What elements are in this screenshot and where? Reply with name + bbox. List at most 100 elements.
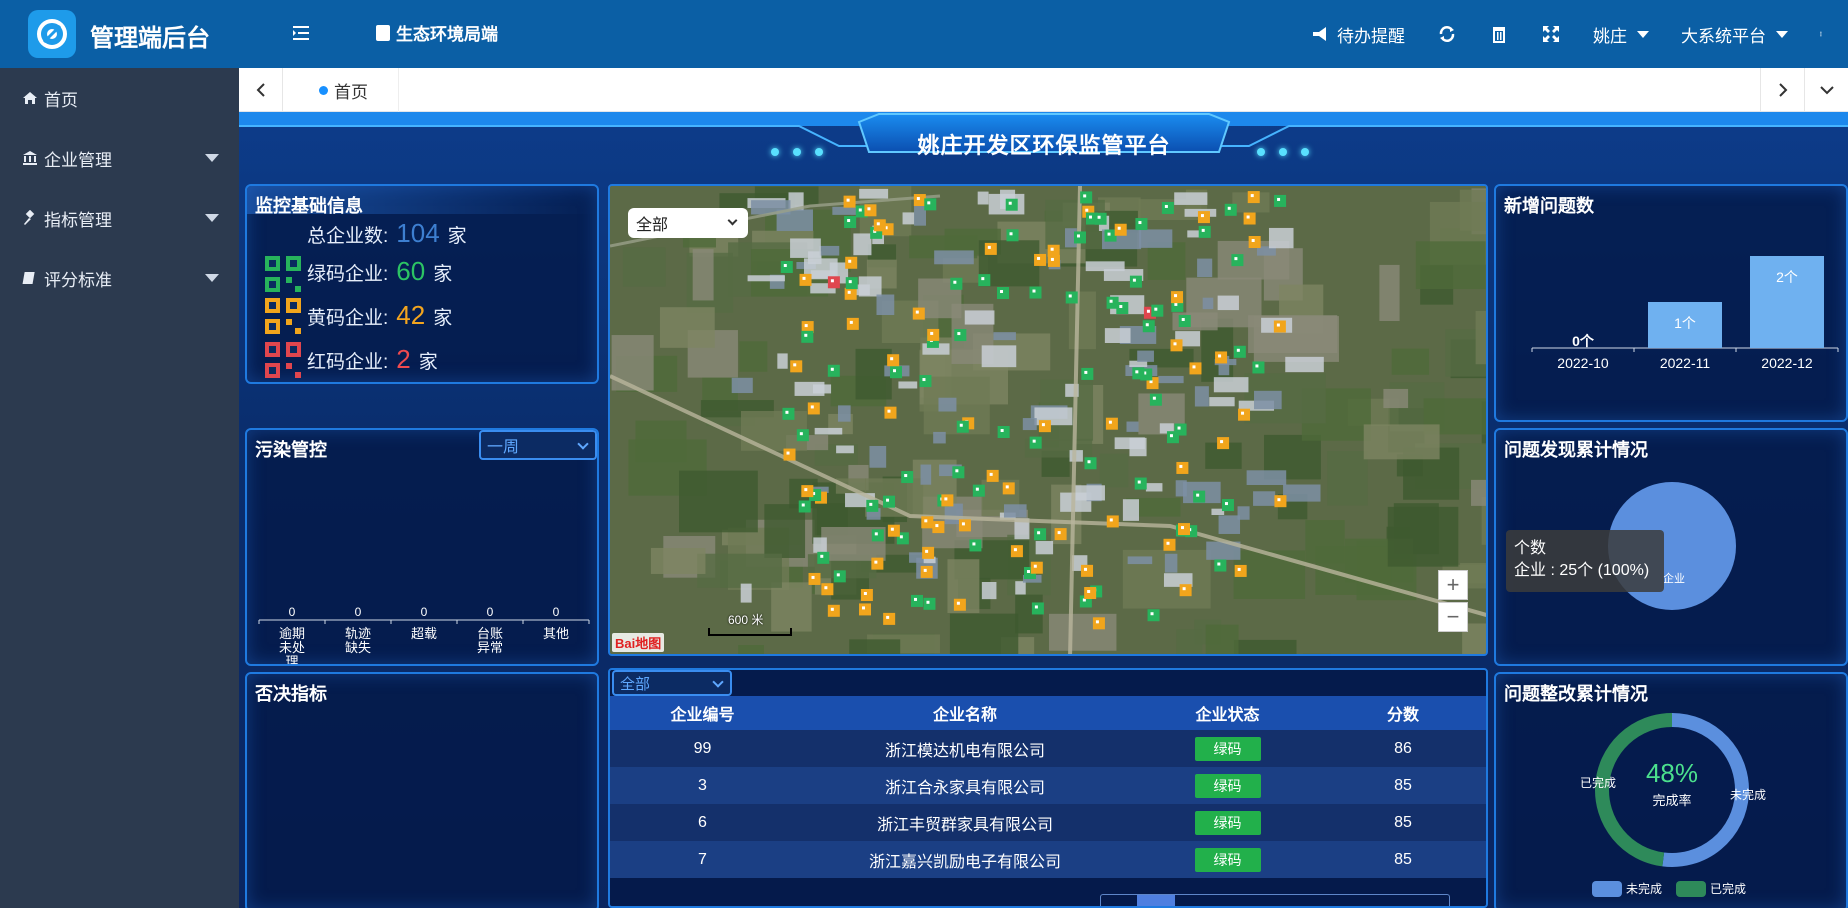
enterprise-marker[interactable] bbox=[1065, 291, 1078, 304]
user-name: 姚庄 bbox=[1593, 26, 1627, 46]
enterprise-marker[interactable] bbox=[780, 260, 793, 273]
enterprise-marker[interactable] bbox=[799, 273, 812, 286]
table-row[interactable]: 6 浙江丰贸群家具有限公司 绿码 85 bbox=[610, 804, 1486, 841]
enterprise-marker[interactable] bbox=[801, 485, 814, 498]
col-header-id: 企业编号 bbox=[670, 707, 735, 724]
sidebar-item-label: 评分标准 bbox=[44, 270, 112, 290]
table-row[interactable]: 3 浙江合永家具有限公司 绿码 85 bbox=[610, 767, 1486, 804]
enterprise-marker[interactable] bbox=[922, 546, 935, 559]
fullscreen-button[interactable] bbox=[1541, 24, 1561, 44]
menu-toggle-icon[interactable] bbox=[290, 22, 312, 44]
cell-status: 绿码 bbox=[1135, 810, 1320, 835]
enterprise-marker[interactable] bbox=[923, 597, 936, 610]
data-label: 1个 bbox=[1674, 315, 1696, 331]
map-filter-select[interactable]: 全部 bbox=[628, 208, 748, 238]
enterprise-marker[interactable] bbox=[912, 307, 925, 320]
enterprise-marker[interactable] bbox=[1114, 223, 1127, 236]
satellite-map[interactable] bbox=[610, 186, 1488, 656]
enterprise-marker[interactable] bbox=[1106, 515, 1119, 528]
sidebar-item-indicator[interactable]: 指标管理 bbox=[0, 188, 239, 248]
enterprise-marker[interactable] bbox=[1198, 225, 1211, 238]
current-page-button[interactable] bbox=[1137, 895, 1175, 906]
enterprise-marker[interactable] bbox=[864, 204, 877, 217]
enterprise-marker[interactable] bbox=[1054, 528, 1067, 541]
enterprise-marker[interactable] bbox=[924, 198, 937, 211]
enterprise-marker[interactable] bbox=[807, 402, 820, 415]
sidebar-item-scoring[interactable]: 评分标准 bbox=[0, 248, 239, 308]
enterprise-marker[interactable] bbox=[1274, 194, 1287, 207]
status-badge: 绿码 bbox=[1194, 773, 1261, 798]
table-row[interactable]: 7 浙江嘉兴凯励电子有限公司 绿码 85 bbox=[610, 841, 1486, 878]
enterprise-marker[interactable] bbox=[1224, 203, 1237, 216]
enterprise-marker[interactable] bbox=[796, 429, 809, 442]
legend-undone[interactable]: 未完成 bbox=[1592, 880, 1662, 897]
enterprise-marker[interactable] bbox=[1197, 211, 1210, 224]
enterprise-marker[interactable] bbox=[859, 603, 872, 616]
enterprise-marker[interactable] bbox=[871, 529, 884, 542]
sidebar-item-home[interactable]: 首页 bbox=[0, 68, 239, 128]
enterprise-marker[interactable] bbox=[956, 420, 969, 433]
enterprise-marker[interactable] bbox=[873, 219, 886, 232]
data-label: 0 bbox=[553, 605, 560, 619]
enterprise-marker[interactable] bbox=[1073, 231, 1086, 244]
refresh-button[interactable] bbox=[1437, 24, 1457, 44]
enterprise-marker[interactable] bbox=[798, 500, 811, 513]
enterprise-marker[interactable] bbox=[1247, 191, 1260, 204]
todo-button[interactable]: 待办提醒 bbox=[1311, 22, 1405, 47]
cell-id: 6 bbox=[698, 813, 707, 831]
enterprise-marker[interactable] bbox=[871, 557, 884, 570]
enterprise-marker[interactable] bbox=[844, 287, 857, 300]
tab-label: 首页 bbox=[334, 82, 368, 102]
enterprise-marker[interactable] bbox=[1081, 367, 1094, 380]
platform-menu[interactable]: 大系统平台 bbox=[1681, 22, 1788, 47]
enterprise-marker[interactable] bbox=[932, 521, 945, 534]
more-button[interactable] bbox=[1820, 24, 1826, 44]
enterprise-marker[interactable] bbox=[1193, 490, 1206, 503]
tab-home[interactable]: 首页 bbox=[299, 68, 399, 112]
enterprise-marker[interactable] bbox=[1174, 423, 1187, 436]
zoom-in-button[interactable]: + bbox=[1438, 570, 1468, 600]
enterprise-marker[interactable] bbox=[1092, 617, 1105, 630]
table-filter-select[interactable]: 全部 bbox=[612, 670, 732, 696]
enterprise-marker[interactable] bbox=[972, 484, 985, 497]
enterprise-marker[interactable] bbox=[986, 469, 999, 482]
enterprise-marker[interactable] bbox=[1006, 229, 1019, 242]
table-row[interactable]: 99 浙江模达机电有限公司 绿码 86 bbox=[610, 730, 1486, 767]
enterprise-marker[interactable] bbox=[817, 551, 830, 564]
enterprise-marker[interactable] bbox=[1161, 201, 1174, 214]
enterprise-marker[interactable] bbox=[1178, 314, 1191, 327]
enterprise-marker[interactable] bbox=[782, 407, 795, 420]
portal-link[interactable]: 生态环境局端 bbox=[376, 20, 498, 45]
enterprise-marker[interactable] bbox=[833, 570, 846, 583]
enterprise-marker[interactable] bbox=[1080, 191, 1093, 204]
enterprise-marker[interactable] bbox=[1151, 304, 1164, 317]
enterprise-marker[interactable] bbox=[1094, 212, 1107, 225]
tab-options[interactable] bbox=[1804, 68, 1848, 112]
enterprise-marker[interactable] bbox=[827, 364, 840, 377]
enterprise-marker[interactable] bbox=[1081, 564, 1094, 577]
enterprise-marker[interactable] bbox=[1084, 457, 1097, 470]
user-menu[interactable]: 姚庄 bbox=[1593, 22, 1649, 47]
legend-done[interactable]: 已完成 bbox=[1676, 880, 1746, 897]
enterprise-marker[interactable] bbox=[801, 330, 814, 343]
enterprise-marker[interactable] bbox=[997, 426, 1010, 439]
delete-button[interactable] bbox=[1489, 24, 1509, 44]
enterprise-marker[interactable] bbox=[1214, 559, 1227, 572]
enterprise-marker[interactable] bbox=[1084, 587, 1097, 600]
sidebar-item-enterprise[interactable]: 企业管理 bbox=[0, 128, 239, 188]
enterprise-map[interactable]: 全部 + − 600 米 Bai地图 bbox=[608, 184, 1488, 656]
logo-icon bbox=[37, 19, 67, 49]
enterprise-marker[interactable] bbox=[889, 366, 902, 379]
enterprise-marker[interactable] bbox=[1135, 218, 1148, 231]
tab-scroll-right[interactable] bbox=[1760, 68, 1804, 112]
enterprise-marker[interactable] bbox=[1163, 538, 1176, 551]
yellow-value: 42 bbox=[396, 300, 426, 330]
enterprise-marker[interactable] bbox=[1171, 291, 1184, 304]
tab-scroll-left[interactable] bbox=[239, 68, 283, 112]
enterprise-marker[interactable] bbox=[950, 277, 963, 290]
zoom-out-button[interactable]: − bbox=[1438, 602, 1468, 632]
enterprise-marker[interactable] bbox=[1142, 320, 1155, 333]
enterprise-marker[interactable] bbox=[1031, 602, 1044, 615]
table-pagination[interactable] bbox=[1100, 894, 1450, 906]
enterprise-marker[interactable] bbox=[1231, 254, 1244, 267]
